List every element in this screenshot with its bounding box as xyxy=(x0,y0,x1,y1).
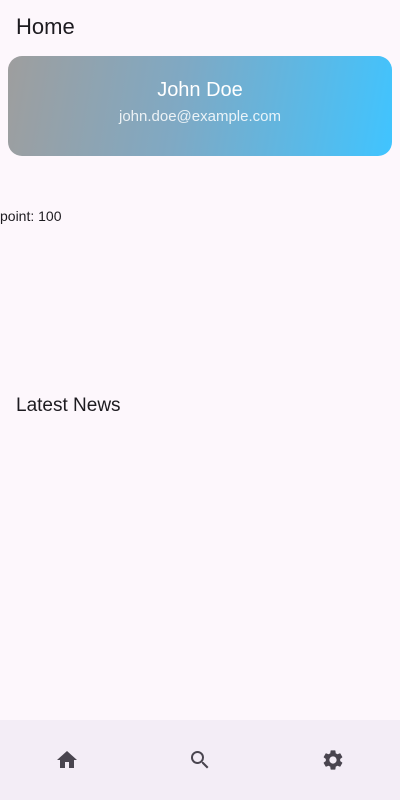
profile-card[interactable]: John Doe john.doe@example.com xyxy=(8,56,392,156)
home-icon xyxy=(56,751,77,768)
page-title: Home xyxy=(16,14,75,39)
points-label: point: 100 xyxy=(0,208,62,224)
latest-news-title: Latest News xyxy=(16,395,121,416)
settings-icon xyxy=(323,750,343,770)
nav-item-home[interactable] xyxy=(0,720,133,800)
profile-email: john.doe@example.com xyxy=(119,108,281,125)
app-bar: Home xyxy=(0,0,400,56)
bottom-navigation-bar xyxy=(0,720,400,800)
profile-name: John Doe xyxy=(157,79,243,101)
nav-item-search[interactable] xyxy=(133,720,266,800)
search-icon xyxy=(190,751,209,769)
news-list xyxy=(0,426,400,716)
nav-item-settings[interactable] xyxy=(267,720,400,800)
